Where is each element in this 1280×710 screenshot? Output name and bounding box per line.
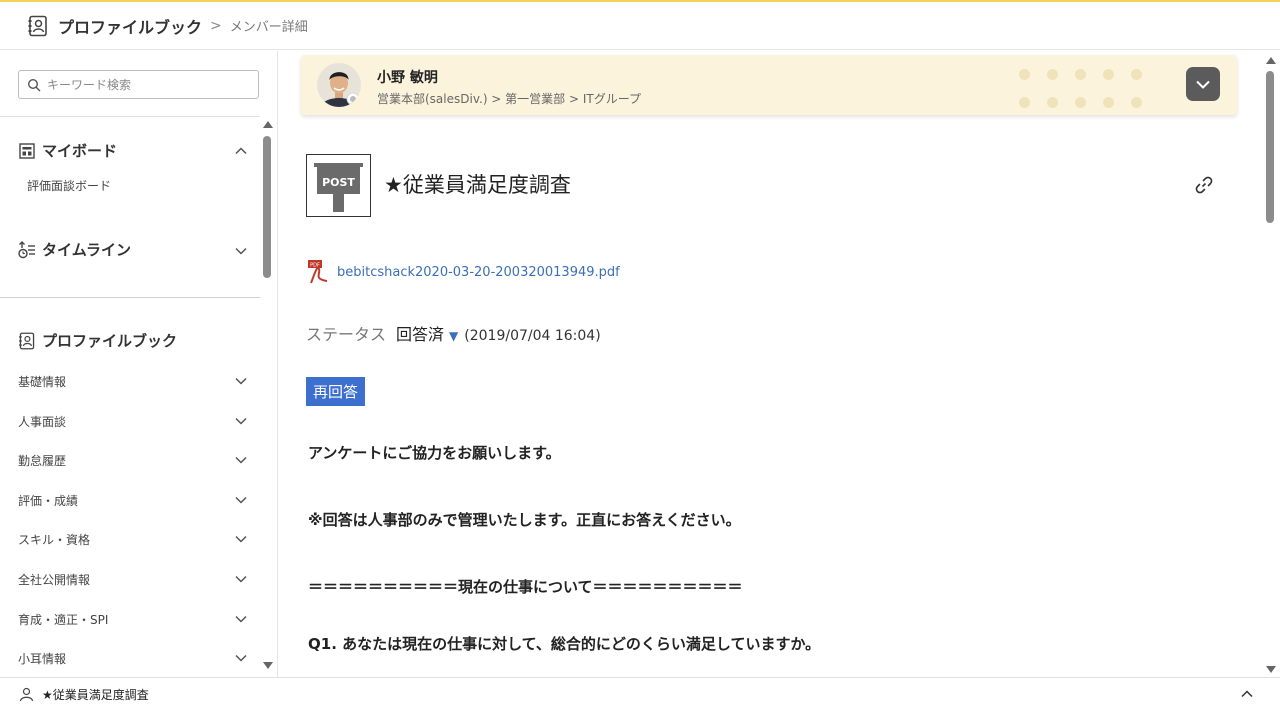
sidebar-scrollbar[interactable] — [262, 121, 273, 677]
profile-name[interactable]: 小野 敏明 — [377, 67, 438, 87]
profile-book-icon — [28, 15, 47, 36]
sidebar: マイボード 評価面談ボード タイムライン プロファイルブック 基礎情報 人事面談… — [0, 51, 278, 677]
profile-card: 小野 敏明 営業本部(salesDiv.) > 第一営業部 > ITグループ — [301, 55, 1237, 115]
scroll-down-arrow[interactable] — [1266, 666, 1276, 673]
survey-question: Q1. あなたは現在の仕事に対して、総合的にどのくらい満足していますか。 — [308, 635, 821, 653]
survey-section-heading: ＝＝＝＝＝＝＝＝＝＝現在の仕事について＝＝＝＝＝＝＝＝＝＝ — [308, 578, 743, 596]
sidebar-item-notes[interactable]: 小耳情報 — [18, 648, 248, 668]
breadcrumb-current: メンバー詳細 — [229, 20, 308, 35]
status-dropdown-caret[interactable]: ▼ — [449, 329, 458, 343]
top-header: プロファイルブック > メンバー詳細 — [0, 0, 1280, 50]
chevron-down-icon[interactable] — [234, 244, 248, 258]
section-timeline[interactable]: タイムライン — [18, 239, 248, 260]
pdf-icon: PDF — [308, 260, 328, 284]
scroll-down-arrow[interactable] — [263, 662, 273, 669]
section-myboard[interactable]: マイボード — [18, 140, 248, 161]
sidebar-item-label: 評価・成績 — [18, 493, 79, 508]
divider — [0, 116, 260, 117]
status-value: 回答済 — [396, 325, 445, 344]
section-profilebook-title: プロファイルブック — [42, 332, 178, 350]
chevron-down-icon — [1196, 80, 1210, 89]
main-scrollbar[interactable] — [1264, 51, 1276, 677]
breadcrumb-separator: > — [210, 17, 222, 34]
app-title[interactable]: プロファイルブック — [58, 14, 202, 38]
chevron-down-icon — [235, 417, 247, 425]
profile-department: 営業本部(salesDiv.) > 第一営業部 > ITグループ — [377, 92, 642, 106]
sidebar-item-evaluation[interactable]: 評価・成績 — [18, 490, 248, 510]
status-timestamp: (2019/07/04 16:04) — [464, 328, 601, 344]
search-box[interactable] — [18, 70, 259, 99]
divider — [0, 297, 260, 298]
post-icon: POST — [306, 154, 371, 217]
post-icon-label: POST — [322, 176, 355, 189]
section-timeline-title: タイムライン — [42, 241, 131, 259]
section-myboard-title: マイボード — [42, 142, 118, 160]
chevron-down-icon — [235, 535, 247, 543]
bottom-bar[interactable]: ★従業員満足度調査 — [0, 677, 1280, 710]
profile-book-icon — [19, 332, 35, 349]
chevron-up-icon[interactable] — [234, 144, 248, 158]
sidebar-item-evaluation-board[interactable]: 評価面談ボード — [27, 177, 111, 194]
sidebar-item-label: 小耳情報 — [18, 651, 67, 666]
sidebar-item-label: 全社公開情報 — [18, 572, 91, 587]
chevron-down-icon — [235, 575, 247, 583]
chevron-up-icon[interactable] — [1240, 687, 1254, 701]
scroll-up-arrow[interactable] — [1266, 57, 1276, 64]
survey-intro: アンケートにご協力をお願いします。 — [308, 444, 561, 462]
attachment-row: PDF bebitcshack2020-03-20-200320013949.p… — [307, 259, 620, 285]
sidebar-item-label: スキル・資格 — [18, 532, 91, 547]
chevron-down-icon — [235, 654, 247, 662]
status-row: ステータス 回答済 ▼ (2019/07/04 16:04) — [306, 321, 601, 345]
scroll-up-arrow[interactable] — [263, 121, 273, 128]
sidebar-item-label: 基礎情報 — [18, 374, 67, 389]
board-icon — [19, 142, 35, 159]
sidebar-item-public-info[interactable]: 全社公開情報 — [18, 569, 248, 589]
chevron-down-icon — [235, 377, 247, 385]
sidebar-item-label: 育成・適正・SPI — [18, 612, 109, 627]
search-input[interactable] — [47, 77, 247, 92]
expand-profile-button[interactable] — [1186, 67, 1220, 101]
sidebar-item-basic-info[interactable]: 基礎情報 — [18, 371, 248, 391]
status-label: ステータス — [306, 325, 387, 344]
user-icon — [19, 687, 34, 701]
avatar[interactable] — [317, 63, 361, 107]
link-icon[interactable] — [1194, 175, 1214, 195]
sidebar-item-hr-interview[interactable]: 人事面談 — [18, 411, 248, 431]
chevron-down-icon — [235, 496, 247, 504]
sidebar-item-skills[interactable]: スキル・資格 — [18, 529, 248, 549]
survey-note: ※回答は人事部のみで管理いたします。正直にお答えください。 — [308, 511, 741, 529]
chevron-down-icon — [235, 615, 247, 623]
scrollbar-thumb[interactable] — [1266, 71, 1274, 223]
sidebar-item-label: 人事面談 — [18, 414, 67, 429]
bottom-bar-title: ★従業員満足度調査 — [42, 687, 149, 702]
section-profilebook[interactable]: プロファイルブック — [18, 330, 248, 351]
attachment-link[interactable]: bebitcshack2020-03-20-200320013949.pdf — [337, 265, 620, 280]
timeline-icon — [18, 240, 35, 258]
sidebar-item-attendance[interactable]: 勤怠履歴 — [18, 450, 248, 470]
chevron-down-icon — [235, 456, 247, 464]
sidebar-item-development[interactable]: 育成・適正・SPI — [18, 609, 248, 629]
reanswer-button[interactable]: 再回答 — [306, 377, 366, 406]
search-icon — [27, 78, 41, 91]
main-content: 小野 敏明 営業本部(salesDiv.) > 第一営業部 > ITグループ P… — [279, 51, 1265, 677]
scrollbar-thumb[interactable] — [263, 136, 271, 278]
sidebar-item-label: 勤怠履歴 — [18, 453, 67, 468]
document-title: ★従業員満足度調査 — [384, 173, 571, 197]
